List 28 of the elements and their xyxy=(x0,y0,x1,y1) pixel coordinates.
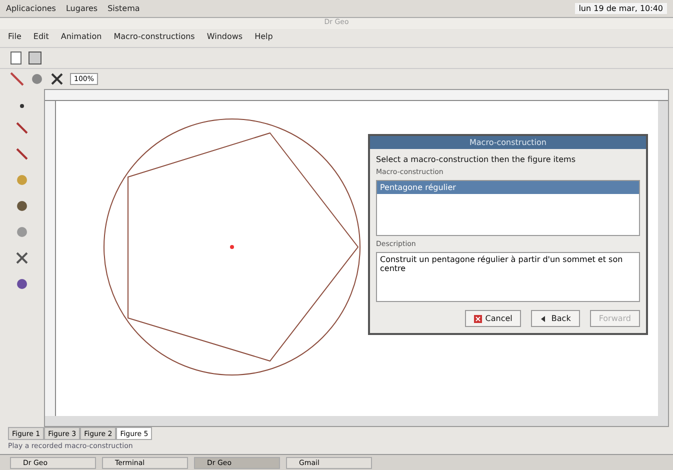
panel-menu[interactable]: Aplicaciones xyxy=(6,4,56,13)
cross-icon[interactable] xyxy=(15,251,29,265)
vertical-scrollbar[interactable] xyxy=(658,101,668,416)
description-text: Construit un pentagone régulier à partir d'un sommet et son centre xyxy=(376,252,640,302)
clock: lun 19 de mar, 10:40 xyxy=(574,3,667,14)
line-tool-icon[interactable] xyxy=(10,72,24,86)
segment-tool-icon[interactable] xyxy=(15,121,29,135)
back-button[interactable]: Back xyxy=(531,310,580,327)
menu-item[interactable]: Macro-constructions xyxy=(114,32,195,44)
line-tool-icon[interactable] xyxy=(15,147,29,161)
cross-icon[interactable] xyxy=(50,72,64,86)
close-icon xyxy=(474,314,482,322)
panel-menu[interactable]: Sistema xyxy=(108,4,140,13)
panel-menu[interactable]: Lugares xyxy=(66,4,98,13)
menu-item[interactable]: Animation xyxy=(60,32,102,44)
menu-item[interactable]: File xyxy=(8,32,22,44)
point-tool-icon[interactable] xyxy=(19,103,25,109)
menu-item[interactable]: Windows xyxy=(206,32,243,44)
cancel-button[interactable]: Cancel xyxy=(465,310,522,327)
list-item[interactable]: Pentagone régulier xyxy=(377,181,639,194)
menu-item[interactable]: Help xyxy=(254,32,273,44)
new-file-icon[interactable] xyxy=(10,51,22,65)
save-icon[interactable] xyxy=(28,51,42,65)
dialog-title: Macro-construction xyxy=(370,136,646,149)
instruction-text: Select a macro-construction then the figure items xyxy=(376,155,577,164)
center-point xyxy=(230,245,234,249)
menu-item[interactable]: Edit xyxy=(33,32,49,44)
horizontal-scrollbar[interactable] xyxy=(45,416,668,426)
